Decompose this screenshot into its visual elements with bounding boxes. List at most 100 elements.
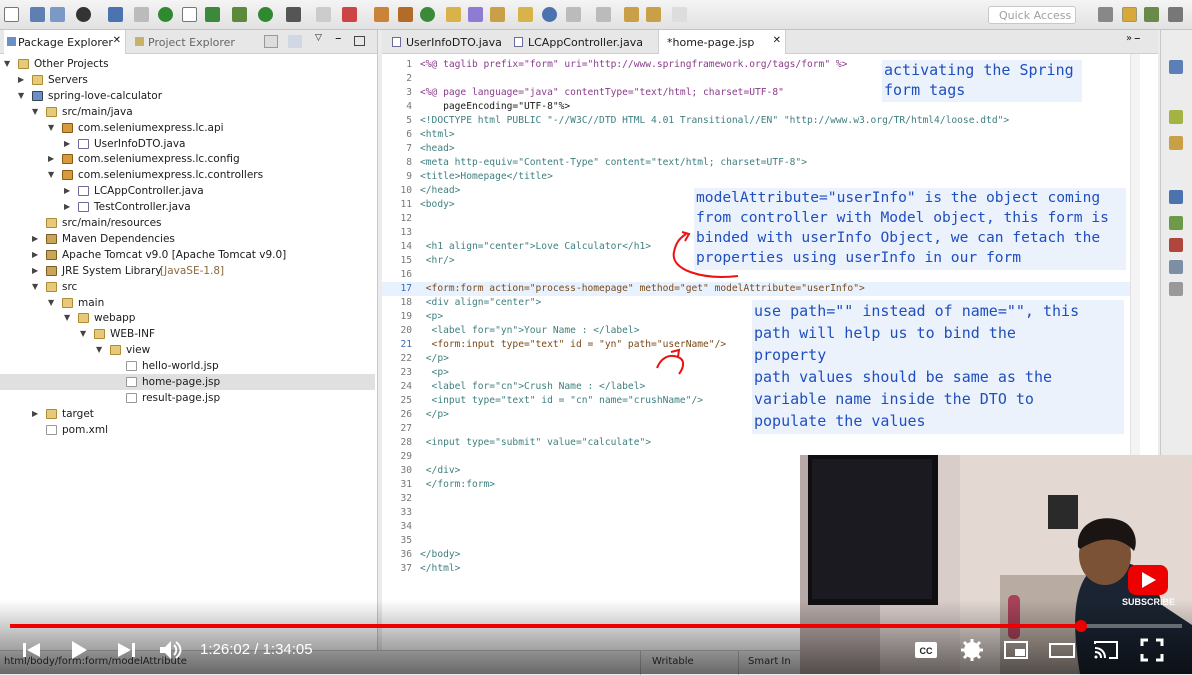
java-ee-perspective-icon[interactable]	[1122, 7, 1137, 22]
settings-gear-icon[interactable]	[958, 636, 986, 664]
toggle-icon[interactable]	[182, 7, 197, 22]
chevron-right-icon[interactable]: ▶	[64, 136, 70, 152]
open-folder-icon[interactable]	[518, 7, 533, 22]
chevron-down-icon[interactable]: ▼	[80, 326, 86, 342]
tree-item[interactable]: ▶ LCAppController.java	[0, 183, 375, 199]
chevron-right-icon[interactable]: ▶	[32, 263, 38, 279]
code-line[interactable]: 16	[382, 268, 1130, 282]
tree-item[interactable]: ▼ WEB-INF	[0, 326, 375, 342]
tree-item[interactable]: ▼ spring-love-calculator	[0, 88, 375, 104]
progress-bar[interactable]	[10, 620, 1182, 632]
task-list-icon[interactable]	[1169, 110, 1183, 124]
code-line[interactable]: 9 <title>Homepage</title>	[382, 170, 1130, 184]
snippets-icon[interactable]	[1169, 282, 1183, 296]
chevron-right-icon[interactable]: ▶	[64, 199, 70, 215]
chevron-down-icon[interactable]: ▼	[48, 295, 54, 311]
chevron-down-icon[interactable]: ▼	[4, 56, 10, 72]
tree-item[interactable]: ▼ com.seleniumexpress.lc.controllers	[0, 167, 375, 183]
chevron-right-icon[interactable]: ▶	[18, 72, 24, 88]
code-line[interactable]: 5 <!DOCTYPE html PUBLIC "-//W3C//DTD HTML…	[382, 114, 1130, 128]
tree-item[interactable]: ▶ Maven Dependencies	[0, 231, 375, 247]
maximize-icon[interactable]	[354, 36, 365, 46]
minimize-icon[interactable]: –	[335, 31, 342, 46]
miniplayer-icon[interactable]	[1002, 636, 1030, 664]
tab-home-page-jsp[interactable]: *home-page.jsp ✕	[658, 30, 786, 54]
captions-icon[interactable]: CC	[912, 636, 940, 664]
chevron-right-icon[interactable]: ▶	[32, 247, 38, 263]
play-icon[interactable]	[64, 636, 92, 664]
tree-item[interactable]: ▶ JRE System Library [JavaSE-1.8]	[0, 263, 375, 279]
open-type-icon[interactable]	[446, 7, 461, 22]
search-icon[interactable]	[468, 7, 483, 22]
tree-item[interactable]: result-page.jsp	[0, 390, 375, 406]
tree-item[interactable]: src/main/resources	[0, 215, 375, 231]
tree-item[interactable]: ▼ view	[0, 342, 375, 358]
console-view-icon[interactable]	[1169, 190, 1183, 204]
chevron-right-icon[interactable]: ▶	[32, 231, 38, 247]
tree-item[interactable]: ▼ src/main/java	[0, 104, 375, 120]
code-line[interactable]: 28 <input type="submit" value="calculate…	[382, 436, 1130, 450]
tree-item[interactable]: ▶ com.seleniumexpress.lc.config	[0, 151, 375, 167]
chevron-down-icon[interactable]: ▼	[64, 310, 70, 326]
tree-item[interactable]: ▼ main	[0, 295, 375, 311]
new-package-icon[interactable]	[398, 7, 413, 22]
close-icon[interactable]: ✕	[773, 35, 781, 46]
data-source-icon[interactable]	[1169, 238, 1183, 252]
previous-icon[interactable]	[18, 636, 46, 664]
tree-item[interactable]: ▼ webapp	[0, 310, 375, 326]
globe-icon[interactable]	[542, 7, 557, 22]
tree-item[interactable]: ▶ TestController.java	[0, 199, 375, 215]
tree-item[interactable]: ▼ src	[0, 279, 375, 295]
run-icon[interactable]	[258, 7, 273, 22]
subscribe-badge[interactable]: SUBSCRIBE	[1122, 565, 1175, 609]
git-perspective-icon[interactable]	[1168, 7, 1183, 22]
back-icon[interactable]	[646, 7, 661, 22]
next-annotation-icon[interactable]	[566, 7, 581, 22]
volume-icon[interactable]	[156, 636, 184, 664]
close-icon[interactable]: ✕	[113, 35, 121, 46]
code-line[interactable]: 6 <html>	[382, 128, 1130, 142]
quick-access-input[interactable]: Quick Access	[988, 6, 1076, 24]
open-task-icon[interactable]	[490, 7, 505, 22]
tree-item[interactable]: ▶ target	[0, 406, 375, 422]
fullscreen-icon[interactable]	[1138, 636, 1166, 664]
console-icon[interactable]	[108, 7, 123, 22]
code-line[interactable]: 7 <head>	[382, 142, 1130, 156]
properties-icon[interactable]	[1169, 260, 1183, 274]
chevron-down-icon[interactable]: ▼	[48, 120, 54, 136]
open-perspective-icon[interactable]	[1098, 7, 1113, 22]
skip-breakpoints-icon[interactable]	[134, 7, 149, 22]
servers-view-icon[interactable]	[1169, 216, 1183, 230]
chevron-down-icon[interactable]: ▼	[96, 342, 102, 358]
run-config-icon[interactable]	[286, 7, 301, 22]
link-with-editor-icon[interactable]	[288, 35, 302, 48]
outline-icon[interactable]	[1169, 60, 1183, 74]
chevron-right-icon[interactable]: ▶	[64, 183, 70, 199]
code-line[interactable]: 4 pageEncoding="UTF-8"%>	[382, 100, 1130, 114]
external-tools-icon[interactable]	[342, 7, 357, 22]
chevron-down-icon[interactable]: ▼	[32, 279, 38, 295]
chevron-down-icon[interactable]: ▼	[48, 167, 54, 183]
chevron-right-icon[interactable]: ▶	[48, 151, 54, 167]
next-icon[interactable]	[112, 636, 140, 664]
new-server-icon[interactable]	[374, 7, 389, 22]
debug-icon[interactable]	[232, 7, 247, 22]
chevron-right-icon[interactable]: ▶	[32, 406, 38, 422]
settings-icon[interactable]	[76, 7, 91, 22]
refresh-icon[interactable]	[205, 7, 220, 22]
last-edit-icon[interactable]	[624, 7, 639, 22]
tree-item[interactable]: home-page.jsp	[0, 374, 375, 390]
new-icon[interactable]	[4, 7, 19, 22]
tree-item[interactable]: ▼ Other Projects	[0, 56, 375, 72]
chevron-down-icon[interactable]: ▼	[18, 88, 24, 104]
tab-project-explorer[interactable]: Project Explorer	[132, 30, 260, 54]
save-all-icon[interactable]	[50, 7, 65, 22]
editor-list-icon[interactable]: »	[1126, 33, 1132, 44]
code-line[interactable]: 17 <form:form action="process-homepage" …	[382, 282, 1130, 296]
tree-item[interactable]: hello-world.jsp	[0, 358, 375, 374]
server-start-icon[interactable]	[158, 7, 173, 22]
tab-package-explorer[interactable]: Package Explorer ✕	[4, 30, 126, 54]
tree-item[interactable]: ▶ UserInfoDTO.java	[0, 136, 375, 152]
view-menu-icon[interactable]: ▽	[315, 33, 322, 43]
minimize-icon[interactable]: –	[1134, 31, 1141, 46]
